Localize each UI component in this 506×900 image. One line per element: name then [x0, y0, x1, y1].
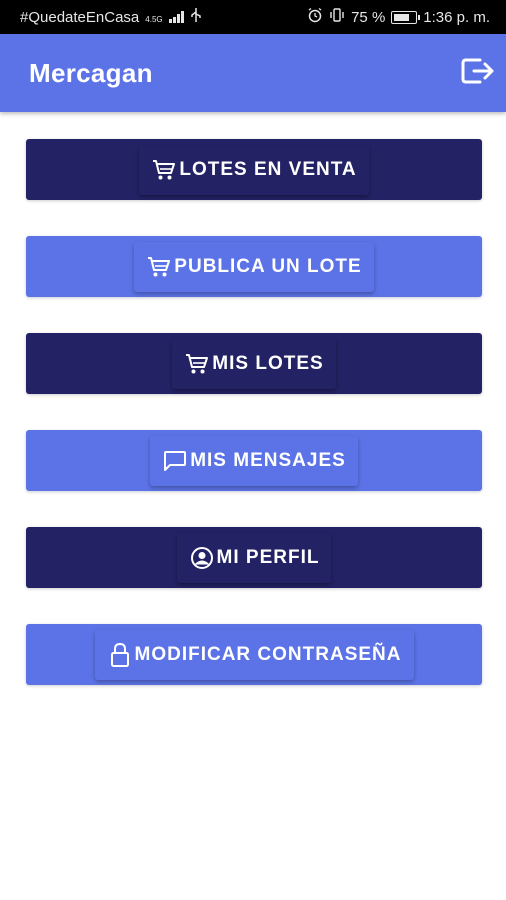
battery-percent: 75 % [351, 8, 386, 26]
lotes-en-venta-content: LOTES EN VENTA [139, 145, 368, 195]
usb-icon [190, 7, 202, 27]
mis-lotes-content: MIS LOTES [172, 339, 335, 389]
status-bar: #QuedateEnCasa 4.5G 75 % 1:36 p. m. [0, 0, 506, 34]
modificar-contrasena-label: MODIFICAR CONTRASEÑA [134, 643, 402, 665]
mis-mensajes-label: MIS MENSAJES [190, 449, 346, 471]
clock-time: 1:36 p. m. [423, 8, 490, 26]
status-right: 75 % 1:36 p. m. [307, 7, 490, 27]
publica-un-lote-label: PUBLICA UN LOTE [174, 255, 362, 277]
publica-un-lote-button[interactable]: PUBLICA UN LOTE [26, 236, 482, 297]
network-type: 4.5G [145, 15, 163, 24]
modificar-contrasena-content: MODIFICAR CONTRASEÑA [94, 629, 414, 680]
mis-lotes-button[interactable]: MIS LOTES [26, 333, 482, 394]
app-title: Mercagan [29, 57, 153, 88]
lotes-en-venta-label: LOTES EN VENTA [179, 158, 357, 180]
battery-icon [391, 10, 421, 24]
status-left: #QuedateEnCasa 4.5G [20, 7, 202, 27]
mis-mensajes-button[interactable]: MIS MENSAJES [26, 430, 482, 491]
cart-icon [151, 157, 177, 183]
logout-icon [460, 55, 496, 92]
account-circle-icon [189, 545, 215, 571]
mis-lotes-label: MIS LOTES [212, 352, 324, 374]
logout-button[interactable] [454, 49, 502, 97]
modificar-contrasena-button[interactable]: MODIFICAR CONTRASEÑA [26, 624, 482, 685]
mi-perfil-button[interactable]: MI PERFIL [26, 527, 482, 588]
lock-icon [107, 642, 133, 668]
mi-perfil-content: MI PERFIL [177, 533, 332, 583]
cart-icon [184, 351, 210, 377]
mis-mensajes-content: MIS MENSAJES [150, 435, 358, 486]
main-menu: LOTES EN VENTA PUBLICA UN LOTE MIS LOTES… [26, 139, 482, 721]
mi-perfil-label: MI PERFIL [216, 546, 320, 568]
cart-icon [146, 254, 172, 280]
chat-icon [162, 448, 188, 474]
app-bar: Mercagan [0, 34, 506, 112]
vibrate-icon [329, 7, 345, 27]
carrier-text: #QuedateEnCasa [20, 8, 140, 26]
alarm-icon [307, 7, 323, 27]
lotes-en-venta-button[interactable]: LOTES EN VENTA [26, 139, 482, 200]
signal-icon [168, 11, 184, 23]
publica-un-lote-content: PUBLICA UN LOTE [134, 241, 374, 292]
